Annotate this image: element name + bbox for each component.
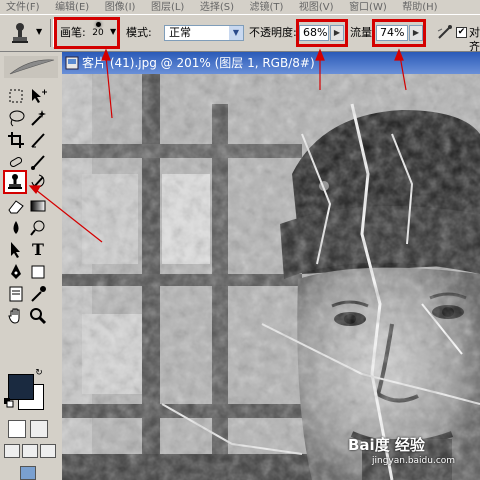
align-checkbox[interactable]: ✔: [456, 27, 467, 38]
dodge-tool-icon[interactable]: [28, 218, 48, 238]
menu-layer[interactable]: 图层(L): [145, 2, 190, 12]
healing-brush-tool-icon[interactable]: [6, 152, 26, 172]
brush-tip-icon: [95, 22, 101, 27]
brush-preset-picker[interactable]: 20: [88, 19, 108, 45]
opacity-slider-button[interactable]: ▶: [330, 25, 344, 41]
menu-file[interactable]: 文件(F): [0, 2, 46, 12]
zoom-tool-icon[interactable]: [28, 306, 48, 326]
menu-bar: 文件(F) 编辑(E) 图像(I) 图层(L) 选择(S) 滤镜(T) 视图(V…: [0, 0, 480, 12]
options-bar: ▼ 画笔: 20 ▼ 模式: 正常 ▼ 不透明度: 68% ▶ 流量: 74% …: [0, 14, 480, 53]
hand-tool-icon[interactable]: [6, 306, 26, 326]
chevron-down-icon: ▼: [229, 26, 243, 40]
toolbox: T ↻: [0, 52, 63, 480]
document-window: 客片 (41).jpg @ 201% (图层 1, RGB/8#): [62, 52, 480, 480]
menu-window[interactable]: 窗口(W): [343, 2, 393, 12]
pen-tool-icon[interactable]: [6, 262, 26, 282]
baidu-watermark-url: jingyan.baidu.com: [372, 456, 456, 466]
airbrush-icon[interactable]: [436, 23, 454, 41]
shape-tool-icon[interactable]: [28, 262, 48, 282]
menu-filter[interactable]: 滤镜(T): [243, 2, 289, 12]
brush-tool-icon[interactable]: [28, 152, 48, 172]
document-title-bar[interactable]: 客片 (41).jpg @ 201% (图层 1, RGB/8#): [62, 52, 480, 74]
gradient-tool-icon[interactable]: [28, 196, 48, 216]
opacity-input[interactable]: 68%: [299, 25, 329, 41]
menu-help[interactable]: 帮助(H): [396, 2, 443, 12]
document-title: 客片 (41).jpg @ 201% (图层 1, RGB/8#): [82, 56, 315, 70]
mode-value: 正常: [169, 26, 191, 39]
clone-stamp-tool-icon[interactable]: [5, 172, 25, 192]
flow-slider-button[interactable]: ▶: [409, 25, 423, 41]
brush-dropdown-icon[interactable]: ▼: [110, 27, 116, 36]
notes-tool-icon[interactable]: [6, 284, 26, 304]
screen-mode-menu-button[interactable]: [22, 444, 38, 458]
brush-size: 20: [92, 28, 104, 38]
foreground-color-swatch[interactable]: [8, 374, 34, 400]
slice-tool-icon[interactable]: [28, 130, 48, 150]
lasso-tool-icon[interactable]: [6, 108, 26, 128]
flow-input[interactable]: 74%: [376, 25, 408, 41]
screen-mode-full-button[interactable]: [40, 444, 56, 458]
opacity-label: 不透明度:: [249, 26, 297, 39]
align-label: 对齐: [469, 26, 480, 53]
menu-view[interactable]: 视图(V): [293, 2, 340, 12]
screen-mode-standard-button[interactable]: [4, 444, 20, 458]
feather-logo-icon: [4, 56, 58, 78]
swap-colors-icon[interactable]: ↻: [34, 368, 44, 378]
quick-mask-button[interactable]: [30, 420, 48, 438]
photo-image: [62, 74, 480, 480]
type-tool-icon[interactable]: T: [28, 240, 48, 260]
default-colors-icon[interactable]: [4, 398, 14, 408]
magic-wand-tool-icon[interactable]: [28, 108, 48, 128]
move-tool-icon[interactable]: [28, 86, 48, 106]
baidu-watermark: Bai度 经验: [348, 436, 425, 454]
mode-label: 模式:: [126, 26, 152, 39]
blur-tool-icon[interactable]: [6, 218, 26, 238]
eyedropper-tool-icon[interactable]: [28, 284, 48, 304]
path-selection-tool-icon[interactable]: [6, 240, 26, 260]
menu-image[interactable]: 图像(I): [99, 2, 142, 12]
standard-mode-button[interactable]: [8, 420, 26, 438]
menu-edit[interactable]: 编辑(E): [49, 2, 95, 12]
jump-to-imageready-button[interactable]: [20, 466, 36, 480]
image-canvas[interactable]: [62, 74, 480, 480]
tool-preset-dropdown-icon[interactable]: ▼: [36, 27, 42, 36]
menu-select[interactable]: 选择(S): [194, 2, 240, 12]
crop-tool-icon[interactable]: [6, 130, 26, 150]
document-icon: [65, 56, 79, 70]
mode-select[interactable]: 正常 ▼: [164, 25, 244, 41]
brush-label: 画笔:: [60, 26, 86, 39]
eraser-tool-icon[interactable]: [6, 196, 26, 216]
clone-stamp-icon[interactable]: [8, 21, 32, 45]
marquee-tool-icon[interactable]: [6, 86, 26, 106]
history-brush-tool-icon[interactable]: [28, 172, 48, 192]
